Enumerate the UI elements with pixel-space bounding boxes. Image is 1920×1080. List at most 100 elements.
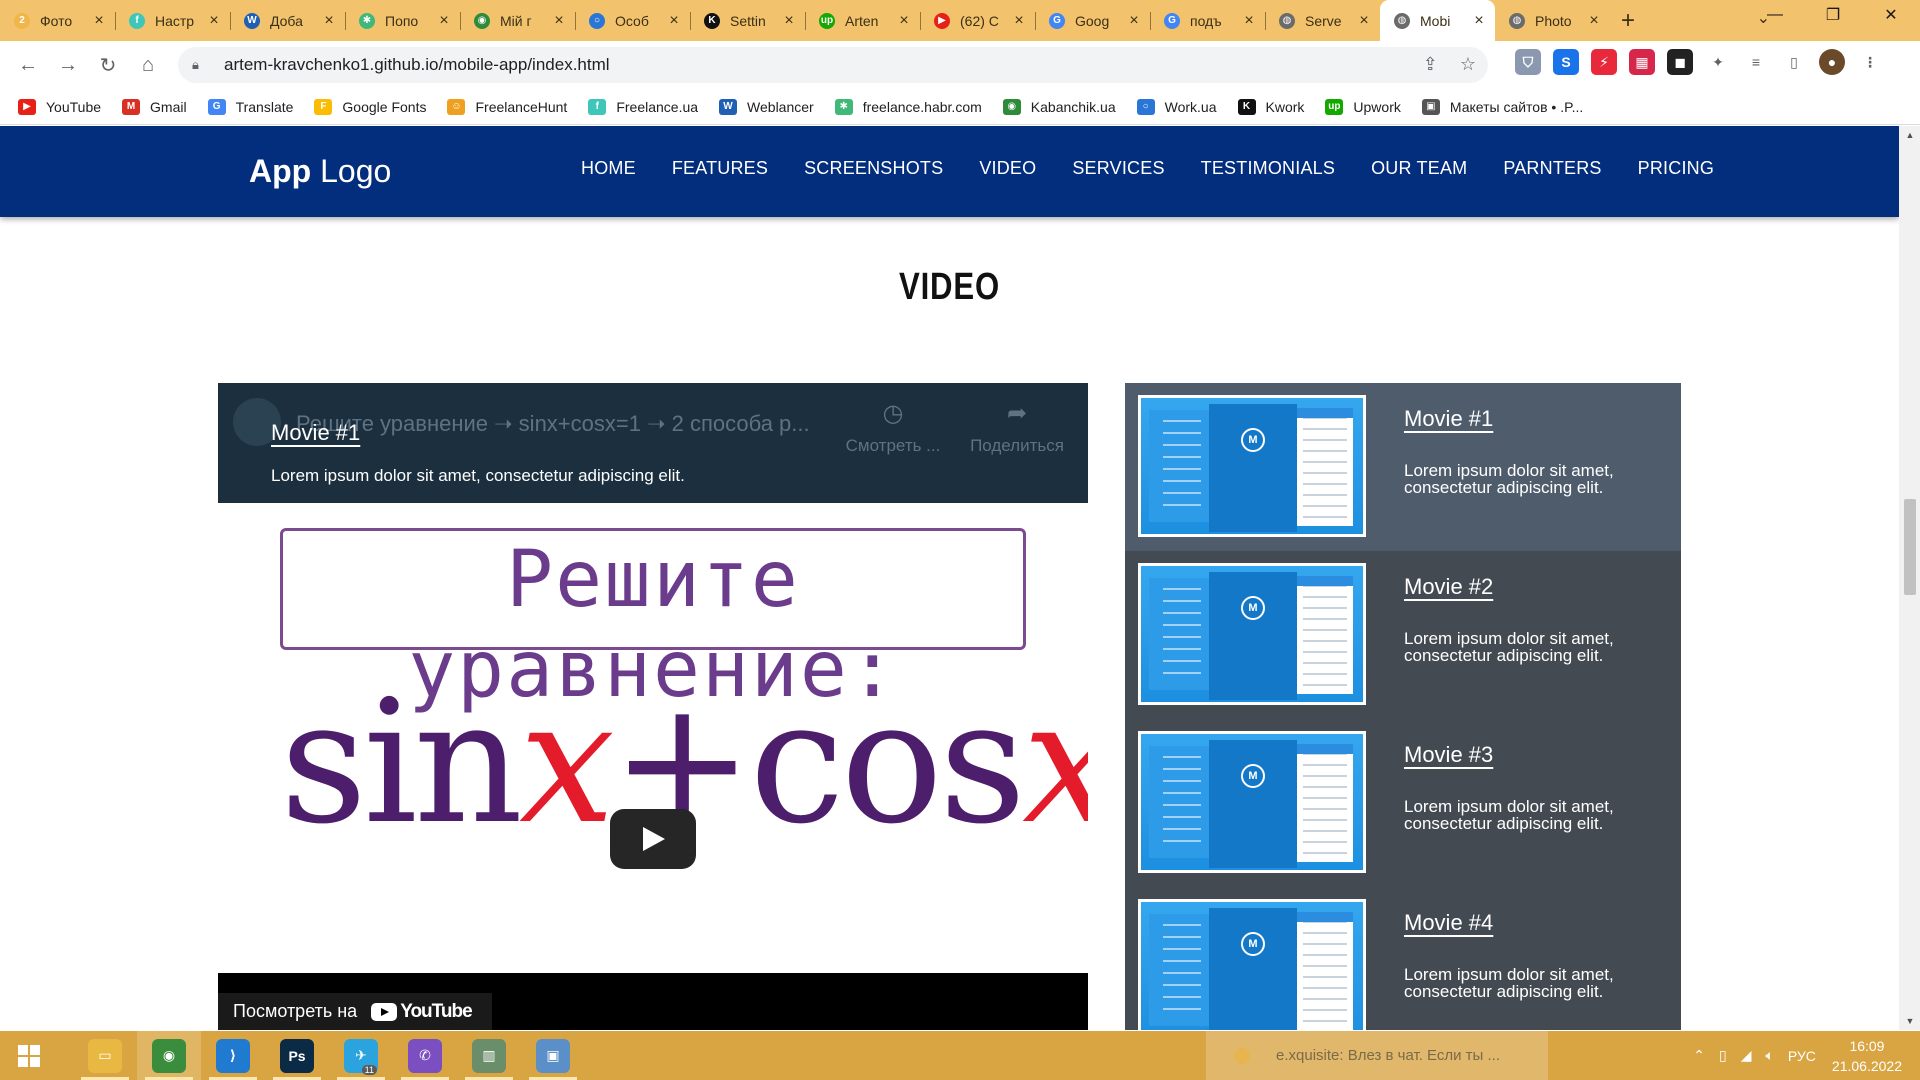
- tab-close-icon[interactable]: ×: [781, 12, 797, 30]
- volume-icon[interactable]: 🔈︎: [1765, 1047, 1773, 1064]
- tab-close-icon[interactable]: ×: [1126, 12, 1142, 30]
- playlist-item[interactable]: M Movie #3 Lorem ipsum dolor sit amet, con…: [1125, 719, 1681, 887]
- battery-icon[interactable]: ▯: [1719, 1047, 1727, 1064]
- nav-link-features[interactable]: FEATURES: [672, 158, 768, 179]
- bookmark-item[interactable]: f Freelance.ua: [588, 98, 698, 115]
- playlist-item[interactable]: M Movie #4 Lorem ipsum dolor sit amet, con…: [1125, 887, 1681, 1030]
- tab-close-icon[interactable]: ×: [551, 12, 567, 30]
- file-explorer-taskbar-button[interactable]: ▭: [73, 1031, 137, 1080]
- video-player[interactable]: Решите уравнение ➝ sinx+cosx=1 ➝ 2 спосо…: [218, 383, 1088, 1030]
- start-button[interactable]: [0, 1031, 58, 1080]
- browser-tab[interactable]: W Доба ×: [230, 0, 345, 41]
- tab-close-icon[interactable]: ×: [1356, 12, 1372, 30]
- maximize-button[interactable]: ❐: [1804, 0, 1862, 30]
- video-caption-title[interactable]: Movie #1: [271, 420, 360, 446]
- clock[interactable]: 16:09 21.06.2022: [1832, 1036, 1902, 1076]
- bookmark-item[interactable]: ☺ FreelanceHunt: [447, 98, 567, 115]
- nav-link-home[interactable]: HOME: [581, 158, 636, 179]
- nav-link-testimonials[interactable]: TESTIMONIALS: [1201, 158, 1335, 179]
- vscode-taskbar-button[interactable]: ⟩: [201, 1031, 265, 1080]
- menu-extension-icon[interactable]: ⋮: [1857, 49, 1883, 75]
- grid-extension-icon[interactable]: ▦: [1629, 49, 1655, 75]
- bookmark-item[interactable]: ◉ Kabanchik.ua: [1002, 98, 1116, 115]
- browser-tab[interactable]: ▶ (62) С ×: [920, 0, 1035, 41]
- minimize-button[interactable]: —: [1746, 0, 1804, 30]
- browser-tab[interactable]: f Настр ×: [115, 0, 230, 41]
- browser-tab[interactable]: up Arten ×: [805, 0, 920, 41]
- nav-link-parnters[interactable]: PARNTERS: [1503, 158, 1601, 179]
- remote-desktop-taskbar-button[interactable]: ▣: [521, 1031, 585, 1080]
- nav-link-video[interactable]: VIDEO: [979, 158, 1036, 179]
- watch-on-youtube-button[interactable]: Посмотреть на YouTube: [218, 993, 492, 1030]
- nav-link-screenshots[interactable]: SCREENSHOTS: [804, 158, 943, 179]
- bolt-extension-icon[interactable]: ⚡: [1591, 49, 1617, 75]
- tab-close-icon[interactable]: ×: [436, 12, 452, 30]
- page-scrollbar[interactable]: ▲ ▼: [1899, 126, 1920, 1030]
- network-icon[interactable]: ◢: [1741, 1047, 1752, 1064]
- share-button[interactable]: ➦ Поделиться: [962, 399, 1072, 456]
- sidepanel-extension-icon[interactable]: ▯: [1781, 49, 1807, 75]
- s-extension-icon[interactable]: S: [1553, 49, 1579, 75]
- close-window-button[interactable]: ✕: [1862, 0, 1920, 30]
- bookmark-item[interactable]: K Kwork: [1237, 98, 1304, 115]
- url-text[interactable]: artem-kravchenko1.github.io/mobile-app/i…: [224, 55, 610, 75]
- tab-close-icon[interactable]: ×: [1586, 12, 1602, 30]
- address-bar[interactable]: 🔒︎ artem-kravchenko1.github.io/mobile-ap…: [178, 47, 1488, 83]
- bookmark-item[interactable]: ▶ YouTube: [18, 98, 101, 115]
- lock-icon[interactable]: 🔒︎: [192, 57, 210, 73]
- browser-tab[interactable]: Gподъ ×: [1150, 0, 1265, 41]
- playlist-item-title[interactable]: Movie #3: [1404, 742, 1493, 768]
- photoshop-taskbar-button[interactable]: Ps: [265, 1031, 329, 1080]
- tab-close-icon[interactable]: ×: [666, 12, 682, 30]
- bookmark-item[interactable]: ▣ Макеты сайтов • .P...: [1421, 98, 1583, 115]
- nav-link-pricing[interactable]: PRICING: [1638, 158, 1714, 179]
- playlist-item-title[interactable]: Movie #4: [1404, 910, 1493, 936]
- bookmark-item[interactable]: M Gmail: [122, 98, 187, 115]
- browser-tab[interactable]: ◍ Serve ×: [1265, 0, 1380, 41]
- forward-button[interactable]: →: [48, 45, 88, 85]
- browser-tab[interactable]: K Settin ×: [690, 0, 805, 41]
- home-button[interactable]: ⌂: [128, 45, 168, 85]
- bookmark-item[interactable]: G Translate: [207, 98, 293, 115]
- viber-taskbar-button[interactable]: ✆: [393, 1031, 457, 1080]
- tab-close-icon[interactable]: ×: [1471, 12, 1487, 30]
- telegram-taskbar-button[interactable]: ✈ 11: [329, 1031, 393, 1080]
- play-button-icon[interactable]: [610, 809, 696, 869]
- browser-tab[interactable]: ◍ Photo ×: [1495, 0, 1610, 41]
- language-indicator[interactable]: РУС: [1788, 1048, 1816, 1064]
- scroll-up-arrow-icon[interactable]: ▲: [1904, 130, 1916, 140]
- tab-close-icon[interactable]: ×: [896, 12, 912, 30]
- bookmark-item[interactable]: F Google Fonts: [314, 98, 426, 115]
- playlist-extension-icon[interactable]: ≡: [1743, 49, 1769, 75]
- back-button[interactable]: ←: [8, 45, 48, 85]
- playlist-item-title[interactable]: Movie #2: [1404, 574, 1493, 600]
- playlist-thumbnail[interactable]: M: [1138, 563, 1366, 705]
- chat-notification[interactable]: e.xquisite: Влез в чат. Если ты ...: [1206, 1031, 1548, 1080]
- bookmark-item[interactable]: ✱ freelance.habr.com: [834, 98, 982, 115]
- tab-extension-icon[interactable]: ◼: [1667, 49, 1693, 75]
- reload-button[interactable]: ↻: [88, 45, 128, 85]
- tab-close-icon[interactable]: ×: [1241, 12, 1257, 30]
- bookmark-star-icon[interactable]: ☆: [1460, 54, 1476, 75]
- shield-extension-icon[interactable]: ⛉: [1515, 49, 1541, 75]
- share-icon[interactable]: ⇪: [1423, 54, 1438, 75]
- browser-tab[interactable]: ✱ Попо ×: [345, 0, 460, 41]
- chrome-taskbar-button[interactable]: ◉: [137, 1031, 201, 1080]
- bookmark-item[interactable]: up Upwork: [1325, 98, 1401, 115]
- browser-tab[interactable]: ◍ Mobi ×: [1380, 0, 1495, 41]
- tab-close-icon[interactable]: ×: [321, 12, 337, 30]
- nav-link-our-team[interactable]: OUR TEAM: [1371, 158, 1467, 179]
- scrollbar-thumb[interactable]: [1904, 499, 1916, 595]
- browser-tab[interactable]: ○ Особ ×: [575, 0, 690, 41]
- tray-chevron-icon[interactable]: ⌃: [1693, 1047, 1705, 1064]
- browser-tab[interactable]: ◉ Мій г ×: [460, 0, 575, 41]
- site-logo[interactable]: App Logo: [249, 153, 391, 190]
- new-tab-button[interactable]: +: [1610, 0, 1646, 41]
- browser-tab[interactable]: G Goog ×: [1035, 0, 1150, 41]
- scroll-down-arrow-icon[interactable]: ▼: [1904, 1016, 1916, 1026]
- tab-close-icon[interactable]: ×: [91, 12, 107, 30]
- playlist-thumbnail[interactable]: M: [1138, 731, 1366, 873]
- playlist-item[interactable]: M Movie #1 Lorem ipsum dolor sit amet, con…: [1125, 383, 1681, 551]
- playlist-item-title[interactable]: Movie #1: [1404, 406, 1493, 432]
- playlist-thumbnail[interactable]: M: [1138, 899, 1366, 1030]
